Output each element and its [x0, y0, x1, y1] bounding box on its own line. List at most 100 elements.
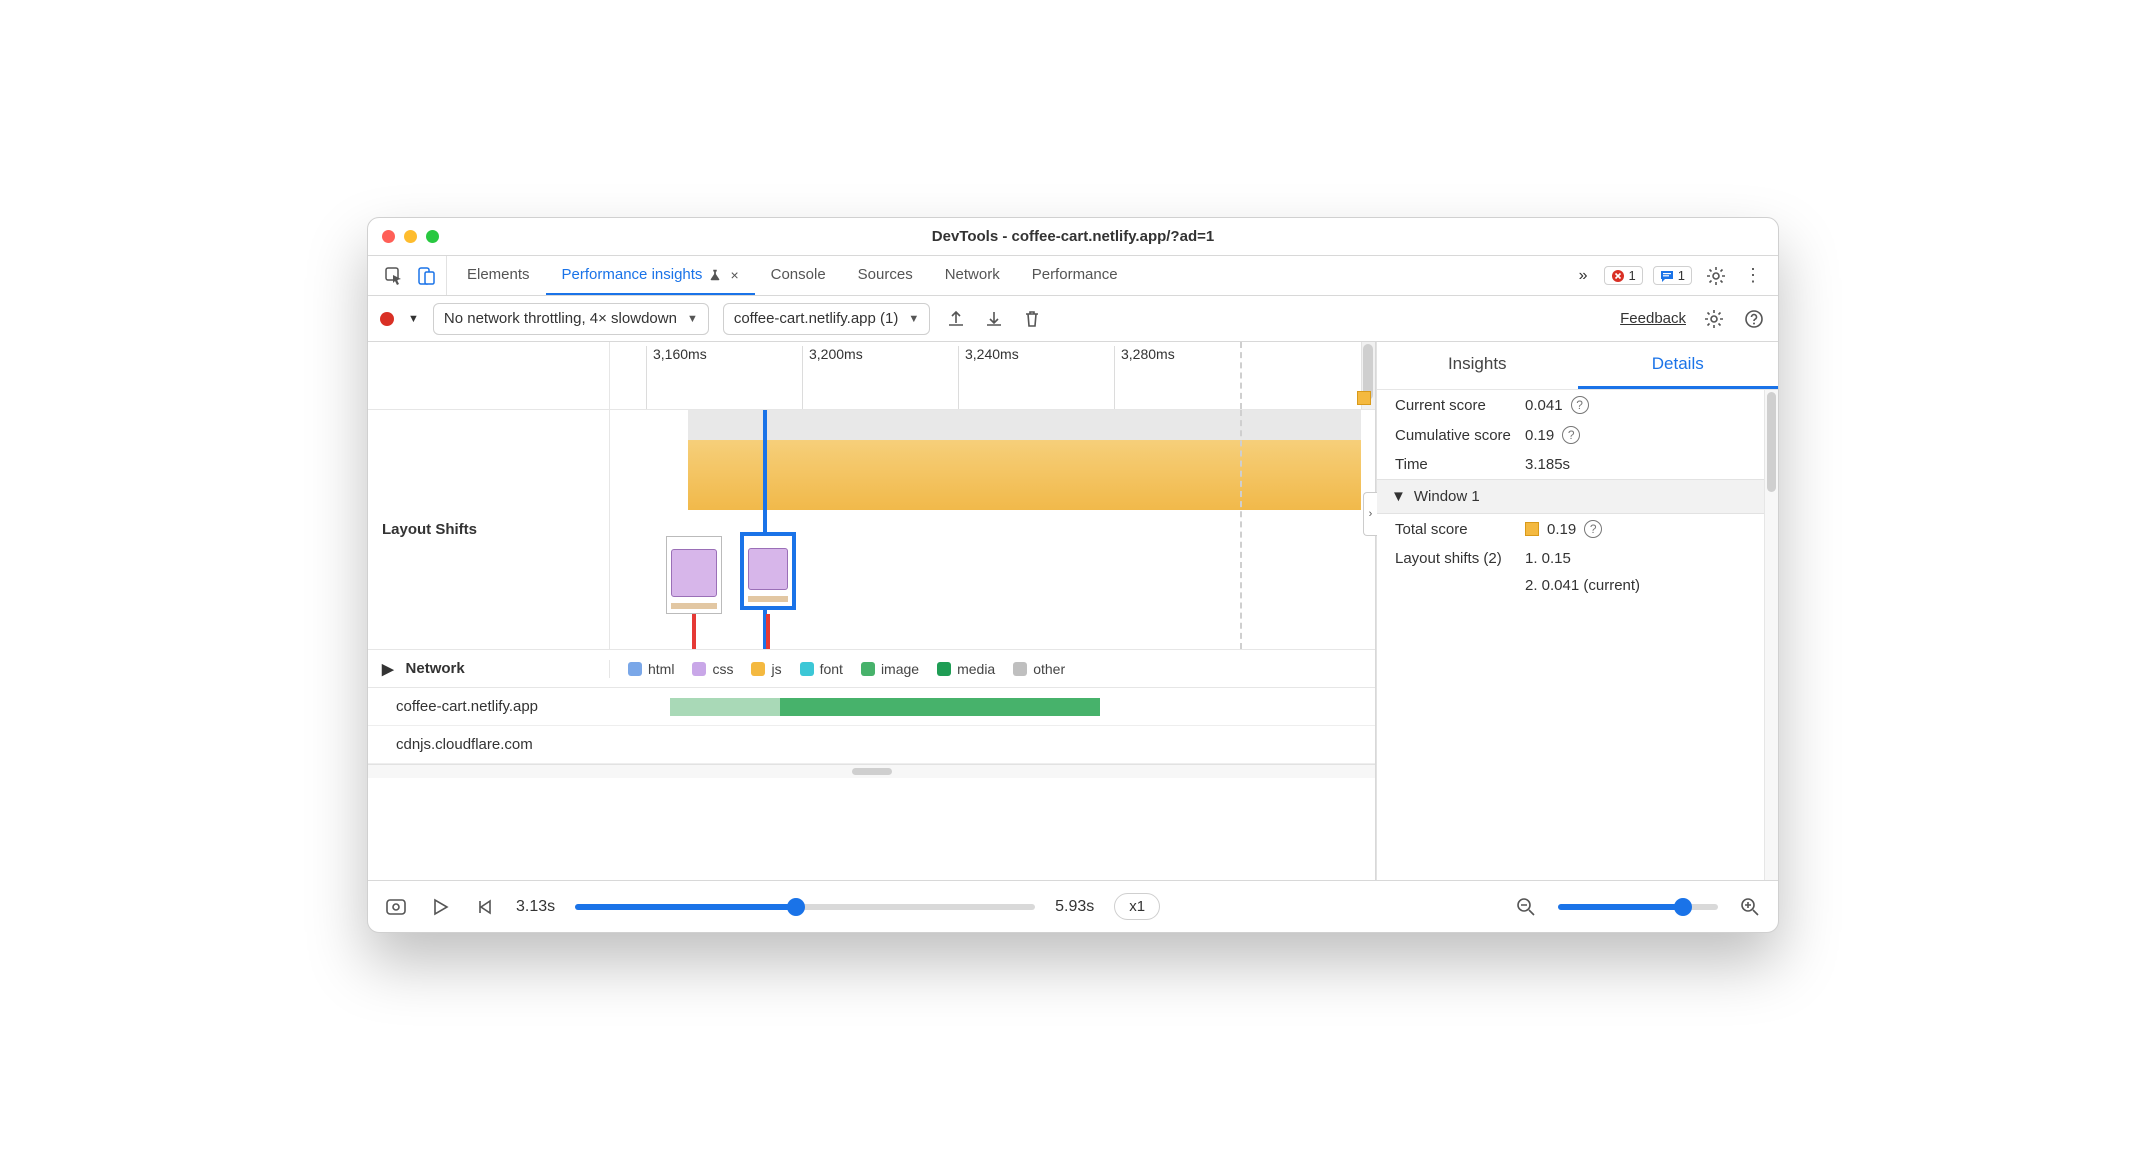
delete-icon[interactable]	[1020, 307, 1044, 331]
time-ruler[interactable]: 3,160ms 3,200ms 3,240ms 3,280ms	[368, 342, 1375, 410]
rewind-icon[interactable]	[472, 895, 496, 919]
thumbnail-footer	[748, 596, 788, 602]
message-count-badge[interactable]: 1	[1653, 266, 1692, 285]
current-score-value: 0.041	[1525, 397, 1563, 414]
record-button[interactable]	[380, 312, 394, 326]
tab-performance-insights[interactable]: Performance insights ×	[546, 256, 755, 295]
time-end-label: 5.93s	[1055, 898, 1094, 916]
annotation-line	[692, 614, 696, 649]
slider-knob[interactable]	[1674, 898, 1692, 916]
chevron-down-icon: ▼	[908, 313, 919, 325]
ruler-tick: 3,160ms	[646, 346, 707, 409]
total-score-row: Total score 0.19?	[1377, 514, 1778, 544]
message-icon	[1660, 269, 1674, 283]
page-select[interactable]: coffee-cart.netlify.app (1) ▼	[723, 303, 930, 335]
tab-performance[interactable]: Performance	[1016, 256, 1134, 295]
throttling-label: No network throttling, 4× slowdown	[444, 310, 677, 327]
swatch-other	[1013, 662, 1027, 676]
network-host-label: coffee-cart.netlify.app	[368, 698, 610, 715]
annotation-line	[766, 614, 770, 649]
scrollbar-thumb[interactable]	[1767, 392, 1776, 492]
inspect-element-icon[interactable]	[382, 264, 406, 288]
chevron-down-icon: ▼	[1391, 488, 1406, 505]
window-section-header[interactable]: ▼ Window 1	[1377, 479, 1778, 514]
zoom-in-icon[interactable]	[1738, 895, 1762, 919]
slider-knob[interactable]	[787, 898, 805, 916]
cumulative-score-row: Cumulative score 0.19?	[1377, 420, 1778, 450]
collapse-sidebar-button[interactable]: ›	[1363, 492, 1377, 536]
error-count: 1	[1629, 268, 1636, 283]
device-toolbar-icon[interactable]	[414, 264, 438, 288]
preview-icon[interactable]	[384, 895, 408, 919]
swatch-html	[628, 662, 642, 676]
record-menu-caret[interactable]: ▼	[408, 313, 419, 325]
thumbnail-content	[671, 549, 717, 597]
network-host-label: cdnjs.cloudflare.com	[368, 736, 610, 753]
network-track-header: ▶ Network html css js font image media o…	[368, 650, 1375, 688]
layout-shifts-track: Layout Shifts	[368, 410, 1375, 650]
tab-console[interactable]: Console	[755, 256, 842, 295]
close-window-icon[interactable]	[382, 230, 395, 243]
network-host-row[interactable]: coffee-cart.netlify.app	[368, 688, 1375, 726]
cls-window-bar	[688, 410, 1361, 440]
help-icon[interactable]: ?	[1562, 426, 1580, 444]
network-legend: html css js font image media other	[610, 661, 1375, 677]
tab-network[interactable]: Network	[929, 256, 1016, 295]
network-bar[interactable]	[670, 698, 780, 716]
zoom-slider[interactable]	[1558, 904, 1718, 910]
tab-label: Performance insights	[562, 266, 703, 283]
help-icon[interactable]: ?	[1571, 396, 1589, 414]
import-icon[interactable]	[982, 307, 1006, 331]
tab-sources[interactable]: Sources	[842, 256, 929, 295]
sidebar-scrollbar[interactable]	[1764, 390, 1778, 880]
help-icon[interactable]: ?	[1584, 520, 1602, 538]
tab-details[interactable]: Details	[1578, 342, 1779, 389]
layout-shift-thumbnail-selected[interactable]	[740, 532, 796, 610]
network-bar[interactable]	[780, 698, 1100, 716]
cumulative-score-value: 0.19	[1525, 427, 1554, 444]
tab-elements[interactable]: Elements	[451, 256, 546, 295]
horizontal-scrollbar[interactable]	[368, 764, 1375, 778]
layout-shift-thumbnail[interactable]	[666, 536, 722, 614]
zoom-window-icon[interactable]	[426, 230, 439, 243]
vertical-scrollbar[interactable]	[1361, 342, 1375, 409]
export-icon[interactable]	[944, 307, 968, 331]
zoom-out-icon[interactable]	[1514, 895, 1538, 919]
more-tabs-icon[interactable]: »	[1573, 267, 1594, 285]
minimize-window-icon[interactable]	[404, 230, 417, 243]
error-icon	[1611, 269, 1625, 283]
throttling-select[interactable]: No network throttling, 4× slowdown ▼	[433, 303, 709, 335]
network-host-row[interactable]: cdnjs.cloudflare.com	[368, 726, 1375, 764]
layout-shift-item[interactable]: 2. 0.041 (current)	[1525, 577, 1640, 594]
scrollbar-thumb[interactable]	[852, 768, 892, 775]
viewport-edge	[1240, 410, 1242, 649]
window-title: DevTools - coffee-cart.netlify.app/?ad=1	[368, 228, 1778, 245]
window-controls	[382, 230, 439, 243]
playback-footer: 3.13s 5.93s x1	[368, 880, 1778, 932]
message-count: 1	[1678, 268, 1685, 283]
layout-shift-item[interactable]: 1. 0.15	[1525, 550, 1571, 567]
thumbnail-content	[748, 548, 788, 590]
cls-marker-icon	[1357, 391, 1371, 405]
close-tab-icon[interactable]: ×	[730, 267, 738, 283]
expand-caret-icon[interactable]: ▶	[382, 660, 394, 678]
time-row: Time 3.185s	[1377, 450, 1778, 479]
time-value: 3.185s	[1525, 456, 1570, 473]
help-icon[interactable]	[1742, 307, 1766, 331]
total-score-value: 0.19	[1547, 521, 1576, 538]
panel-settings-icon[interactable]	[1700, 309, 1728, 329]
playback-speed[interactable]: x1	[1114, 893, 1160, 920]
settings-icon[interactable]	[1702, 266, 1730, 286]
time-slider[interactable]	[575, 904, 1035, 910]
network-label[interactable]: ▶ Network	[368, 660, 610, 678]
layout-shifts-label: Layout Shifts	[368, 410, 610, 649]
feedback-link[interactable]: Feedback	[1620, 310, 1686, 327]
error-count-badge[interactable]: 1	[1604, 266, 1643, 285]
swatch-media	[937, 662, 951, 676]
tab-insights[interactable]: Insights	[1377, 342, 1578, 389]
more-menu-icon[interactable]: ⋮	[1740, 265, 1766, 286]
swatch-font	[800, 662, 814, 676]
cls-score-bar	[688, 440, 1361, 510]
play-icon[interactable]	[428, 895, 452, 919]
titlebar: DevTools - coffee-cart.netlify.app/?ad=1	[368, 218, 1778, 256]
